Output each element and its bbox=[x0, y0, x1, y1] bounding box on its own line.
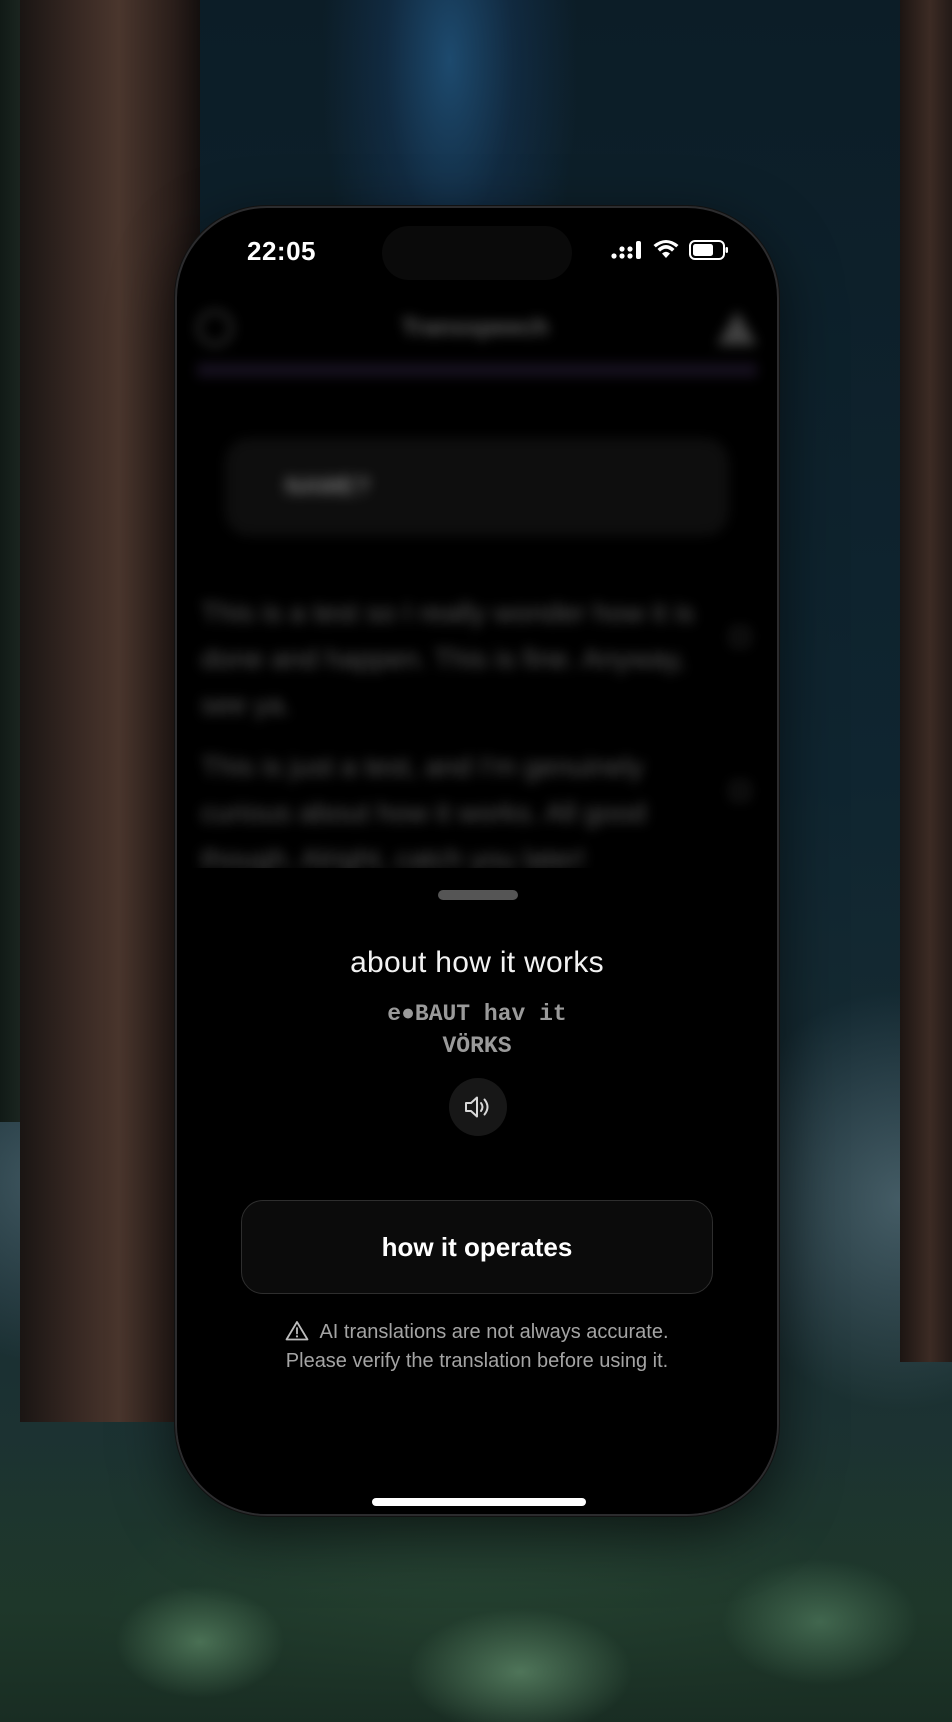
tree-trunk bbox=[900, 0, 952, 1362]
status-icons bbox=[611, 240, 729, 260]
word-detail-sheet: about how it works e●BAUT hav it VÖRKS h… bbox=[177, 868, 777, 1514]
profile-icon bbox=[197, 310, 233, 346]
ai-disclaimer: AI translations are not always accurate.… bbox=[177, 1318, 777, 1376]
cellular-signal-icon bbox=[611, 241, 641, 259]
warning-icon bbox=[286, 1321, 309, 1341]
background-paragraph: This is a test so I really wonder how it… bbox=[201, 597, 695, 720]
battery-icon bbox=[689, 240, 728, 260]
disclaimer-text: AI translations are not always accurate. bbox=[319, 1321, 669, 1343]
background-paragraph: This is just a test, and I'm genuinely c… bbox=[201, 751, 647, 874]
disclaimer-line: Please verify the translation before usi… bbox=[285, 1350, 669, 1372]
translation-card[interactable]: how it operates bbox=[241, 1200, 713, 1294]
phonetic-transcription: e●BAUT hav it VÖRKS bbox=[177, 998, 777, 1062]
background-nav: Transspeech bbox=[197, 298, 757, 358]
play-audio-button[interactable] bbox=[449, 1078, 507, 1136]
background-divider bbox=[197, 363, 757, 377]
translation-text: how it operates bbox=[381, 1231, 573, 1262]
selected-phrase: about how it works bbox=[350, 946, 604, 979]
status-time: 22:05 bbox=[247, 236, 316, 266]
background-app-title: Transspeech bbox=[401, 314, 549, 341]
tree-trunk bbox=[20, 0, 200, 1422]
disclaimer-line: AI translations are not always accurate. bbox=[177, 1318, 777, 1347]
phonetic-line: VÖRKS bbox=[442, 1033, 512, 1059]
warning-icon bbox=[717, 311, 757, 345]
copy-icon bbox=[731, 782, 749, 800]
phone-frame: 22:05 Transspeech NAME? This is a test s… bbox=[175, 206, 779, 1516]
speaker-icon bbox=[465, 1096, 489, 1118]
copy-icon bbox=[731, 628, 749, 646]
phonetic-line: e●BAUT hav it bbox=[387, 1001, 567, 1027]
wifi-icon bbox=[653, 240, 679, 258]
home-indicator[interactable] bbox=[372, 1498, 586, 1506]
sheet-grabber[interactable] bbox=[438, 890, 518, 900]
background-input-card: NAME? bbox=[225, 438, 729, 536]
